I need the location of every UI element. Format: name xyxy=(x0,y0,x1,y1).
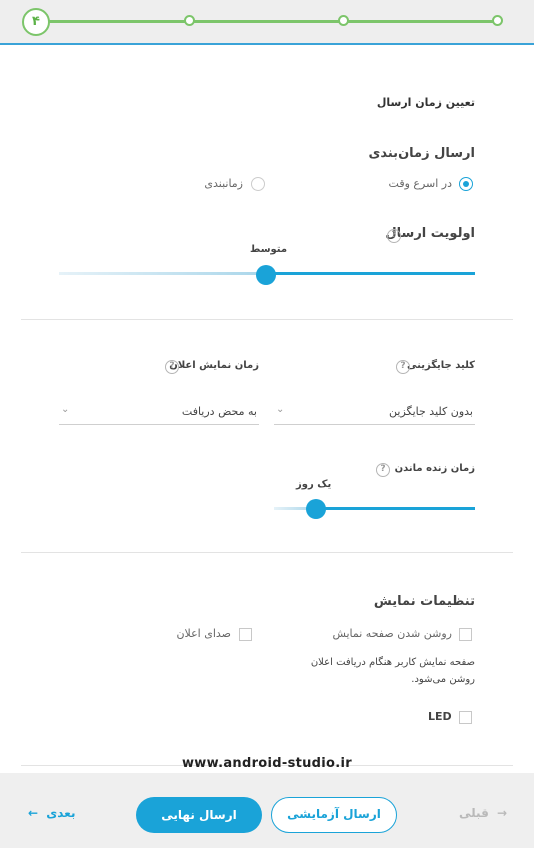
send-schedule-label: ارسال زمان‌بندی xyxy=(368,146,475,161)
previous-button[interactable]: → قبلی xyxy=(459,806,507,820)
ttl-label: زمان زنده ماندن xyxy=(394,463,475,474)
next-label: بعدی xyxy=(46,806,76,820)
led-label[interactable]: LED xyxy=(428,710,452,723)
arrow-left-icon: ← xyxy=(28,806,39,820)
stepper-underline xyxy=(0,43,534,45)
collapse-key-select-value: بدون کلید جایگزین xyxy=(389,405,473,418)
radio-scheduled-label[interactable]: زمانبندی xyxy=(204,177,243,190)
footer-bar xyxy=(0,773,534,848)
sound-label[interactable]: صدای اعلان xyxy=(176,627,231,640)
section-title-send-time: تعیین زمان ارسال xyxy=(376,96,475,109)
radio-asap[interactable] xyxy=(459,177,473,191)
screen-on-checkbox[interactable] xyxy=(459,628,472,641)
display-settings-title: تنظیمات نمایش xyxy=(373,594,475,609)
step-dot-3 xyxy=(184,15,195,26)
chevron-down-icon: ⌄ xyxy=(276,404,285,415)
step-dot-2 xyxy=(338,15,349,26)
collapse-key-select[interactable]: بدون کلید جایگزین ⌄ xyxy=(274,403,475,425)
ttl-value-label: یک روز xyxy=(296,479,332,490)
next-button[interactable]: بعدی ← xyxy=(28,806,75,820)
divider xyxy=(21,319,513,320)
display-time-help-icon[interactable]: ? xyxy=(165,360,179,374)
led-checkbox[interactable] xyxy=(459,711,472,724)
progress-stepper: ۴ xyxy=(0,0,534,43)
divider xyxy=(21,552,513,553)
final-send-button[interactable]: ارسال نهایی xyxy=(136,797,262,833)
sound-checkbox[interactable] xyxy=(239,628,252,641)
display-time-select-value: به محض دریافت xyxy=(181,405,257,418)
priority-slider-handle[interactable] xyxy=(256,265,276,285)
radio-scheduled[interactable] xyxy=(251,177,265,191)
ttl-slider-handle[interactable] xyxy=(306,499,326,519)
priority-value-label: متوسط xyxy=(250,244,288,255)
previous-label: قبلی xyxy=(459,806,489,820)
display-time-select[interactable]: به محض دریافت ⌄ xyxy=(59,403,259,425)
step-dot-1 xyxy=(492,15,503,26)
chevron-down-icon: ⌄ xyxy=(61,404,70,415)
arrow-right-icon: → xyxy=(496,806,508,820)
screen-on-description: صفحه نمایش کاربر هنگام دریافت اعلان روشن… xyxy=(310,657,475,685)
ttl-help-icon[interactable]: ? xyxy=(376,463,390,477)
priority-help-icon[interactable]: ? xyxy=(387,229,401,243)
watermark-text: www.android-studio.ir xyxy=(182,756,352,771)
test-send-button[interactable]: ارسال آزمایشی xyxy=(271,797,397,833)
progress-line xyxy=(36,20,498,23)
current-step-indicator: ۴ xyxy=(22,8,50,36)
display-time-label: زمان نمایش اعلان xyxy=(169,360,259,371)
collapse-key-label: کلید جایگزینی xyxy=(407,360,475,371)
ttl-slider-track-right xyxy=(316,507,475,510)
collapse-key-help-icon[interactable]: ? xyxy=(396,360,410,374)
screen-on-label[interactable]: روشن شدن صفحه نمایش xyxy=(332,627,452,640)
priority-slider-track-left xyxy=(59,272,266,275)
radio-asap-label[interactable]: در اسرع وقت xyxy=(389,177,452,190)
priority-slider-track-right xyxy=(266,272,475,275)
